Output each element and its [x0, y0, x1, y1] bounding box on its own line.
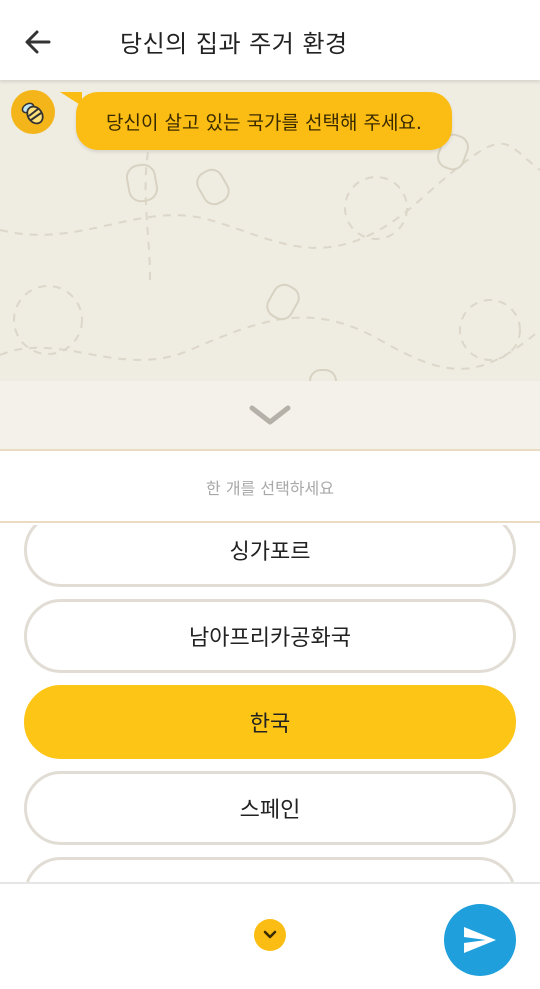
option-korea[interactable]: 한국	[24, 685, 516, 759]
chat-area: 당신이 살고 있는 국가를 선택해 주세요.	[0, 80, 540, 381]
option-next[interactable]	[24, 857, 516, 882]
options-list[interactable]: 싱가포르 남아프리카공화국 한국 스페인	[0, 525, 540, 882]
arrow-left-icon	[25, 30, 51, 54]
chat-message: 당신이 살고 있는 국가를 선택해 주세요.	[106, 111, 422, 134]
bee-icon	[21, 102, 44, 125]
chevron-down-circle-icon	[263, 930, 277, 939]
chevron-down-icon	[249, 405, 291, 425]
option-singapore[interactable]: 싱가포르	[24, 525, 516, 587]
collapse-bar[interactable]	[0, 381, 540, 451]
option-south-africa[interactable]: 남아프리카공화국	[24, 599, 516, 673]
top-app-bar: 당신의 집과 주거 환경	[0, 0, 540, 80]
send-button[interactable]	[444, 904, 516, 976]
selection-hint: 한 개를 선택하세요	[0, 453, 540, 523]
bottom-bar	[0, 882, 540, 989]
bot-avatar	[11, 90, 55, 134]
scroll-down-button[interactable]	[254, 919, 286, 951]
back-button[interactable]	[16, 20, 60, 64]
option-spain[interactable]: 스페인	[24, 771, 516, 845]
send-icon	[464, 927, 496, 953]
page-title: 당신의 집과 주거 환경	[120, 30, 348, 58]
chat-bubble: 당신이 살고 있는 국가를 선택해 주세요.	[76, 92, 452, 150]
